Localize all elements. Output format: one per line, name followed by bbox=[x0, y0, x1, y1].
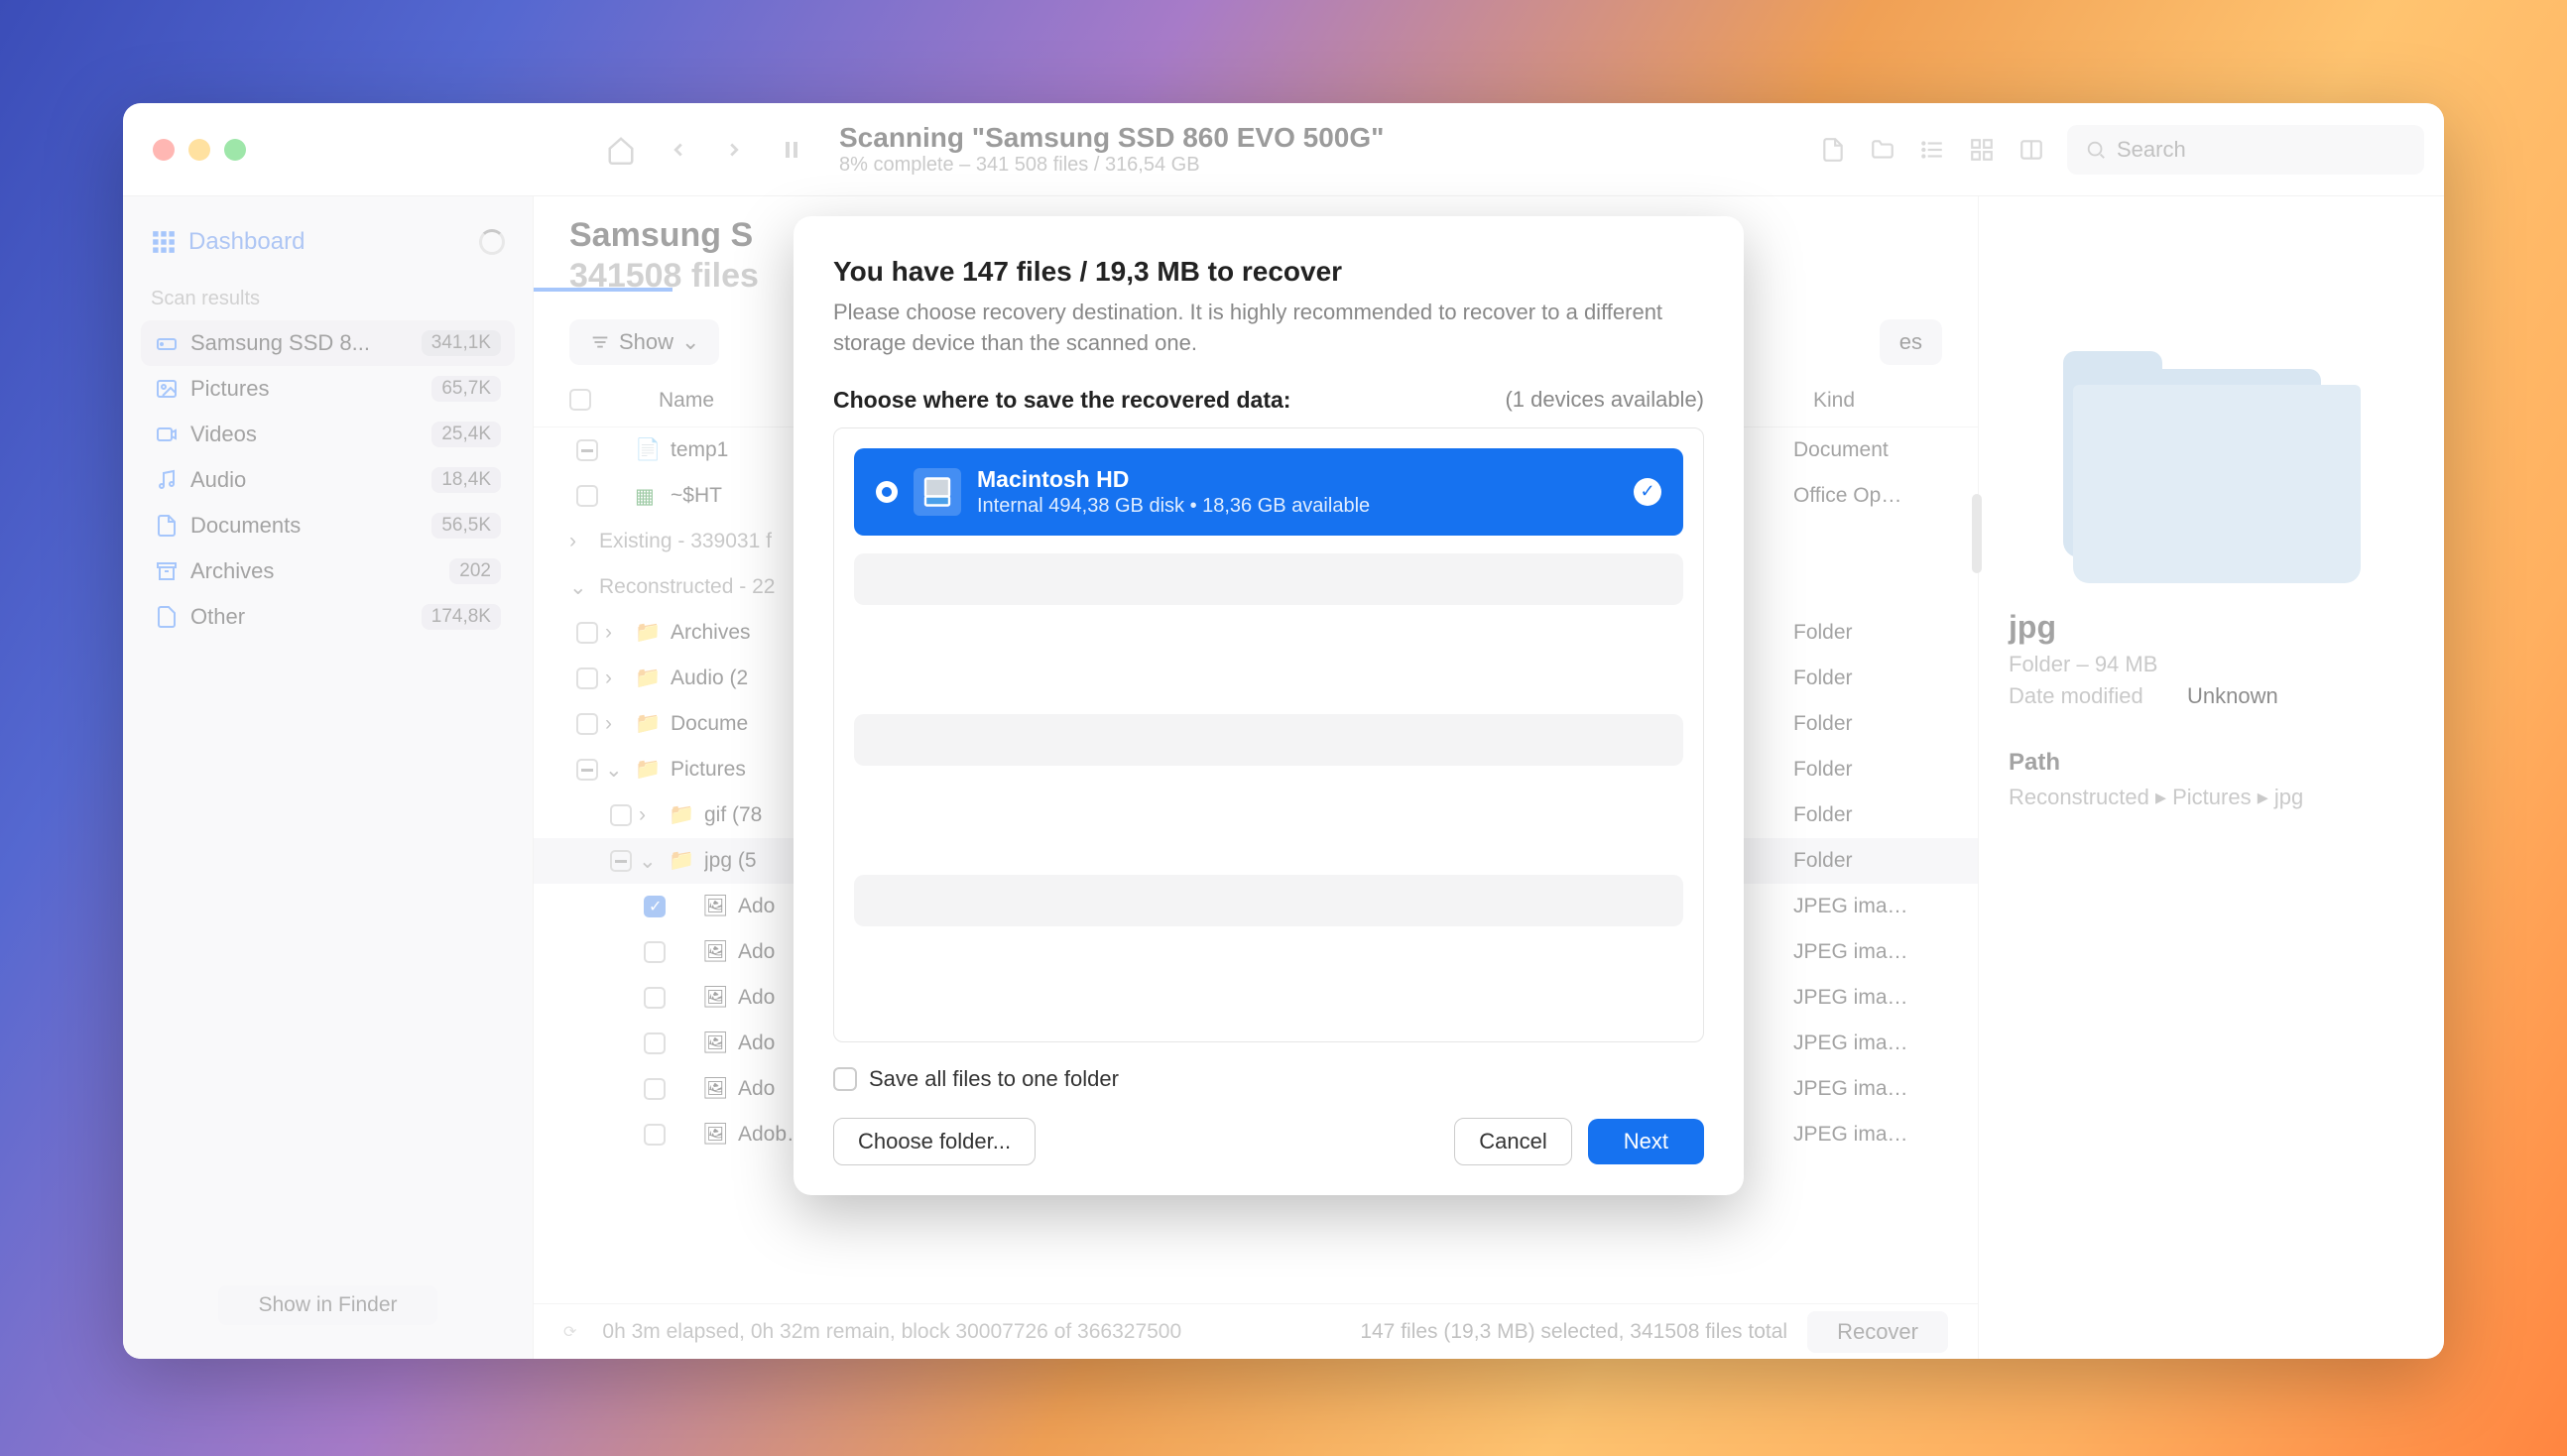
device-detail: Internal 494,38 GB disk • 18,36 GB avail… bbox=[977, 495, 1618, 518]
next-button[interactable]: Next bbox=[1588, 1119, 1704, 1164]
filter-chip-right[interactable]: es bbox=[1880, 319, 1942, 365]
device-placeholder bbox=[854, 714, 1683, 766]
show-filter-button[interactable]: Show ⌄ bbox=[569, 319, 719, 365]
image-file-icon: 🖼 bbox=[702, 940, 732, 964]
image-file-icon: 🖼 bbox=[702, 1077, 732, 1101]
search-icon bbox=[2085, 139, 2107, 161]
window-title: Scanning "Samsung SSD 860 EVO 500G" bbox=[839, 122, 1384, 154]
file-icon: 📄 bbox=[635, 438, 665, 462]
search-input[interactable] bbox=[2117, 137, 2406, 163]
dashboard-label: Dashboard bbox=[188, 228, 305, 256]
sidebar-item-documents[interactable]: Documents 56,5K bbox=[141, 503, 515, 548]
modal-devices-count: (1 devices available) bbox=[1505, 387, 1704, 414]
modal-choose-label: Choose where to save the recovered data: bbox=[833, 387, 1290, 414]
sidebar-item-disk[interactable]: Samsung SSD 8... 341,1K bbox=[141, 320, 515, 366]
folder-icon[interactable] bbox=[1865, 132, 1900, 168]
archives-icon bbox=[155, 559, 179, 583]
status-bar: ⟳ 0h 3m elapsed, 0h 32m remain, block 30… bbox=[534, 1303, 1978, 1359]
titlebar: Scanning "Samsung SSD 860 EVO 500G" 8% c… bbox=[123, 103, 2444, 196]
cancel-button[interactable]: Cancel bbox=[1454, 1118, 1571, 1165]
image-file-icon: 🖼 bbox=[702, 1123, 732, 1147]
image-file-icon: 🖼 bbox=[702, 1031, 732, 1055]
list-view-icon[interactable] bbox=[1914, 132, 1950, 168]
zoom-window-button[interactable] bbox=[224, 139, 246, 161]
title-block: Scanning "Samsung SSD 860 EVO 500G" 8% c… bbox=[839, 122, 1384, 177]
save-one-folder-option[interactable]: Save all files to one folder bbox=[833, 1066, 1704, 1092]
sidebar-item-archives[interactable]: Archives 202 bbox=[141, 548, 515, 594]
window-subtitle: 8% complete – 341 508 files / 316,54 GB bbox=[839, 154, 1384, 177]
recovery-destination-modal: You have 147 files / 19,3 MB to recover … bbox=[794, 216, 1744, 1195]
scan-progress-spinner-icon: ⟳ bbox=[563, 1322, 576, 1342]
folder-preview-icon bbox=[2063, 351, 2361, 579]
scrollbar-thumb[interactable] bbox=[1972, 494, 1982, 573]
show-in-finder-button[interactable]: Show in Finder bbox=[218, 1285, 436, 1325]
minimize-window-button[interactable] bbox=[188, 139, 210, 161]
sidebar-dashboard[interactable]: Dashboard bbox=[141, 220, 515, 264]
documents-icon bbox=[155, 514, 179, 538]
search-field[interactable] bbox=[2067, 125, 2424, 175]
traffic-lights bbox=[123, 139, 246, 161]
column-kind[interactable]: Kind bbox=[1813, 389, 1942, 417]
audio-icon bbox=[155, 468, 179, 492]
device-placeholder bbox=[854, 875, 1683, 926]
image-file-icon: 🖼 bbox=[702, 895, 732, 918]
device-placeholder bbox=[854, 553, 1683, 605]
checkbox-icon[interactable] bbox=[833, 1067, 857, 1091]
device-name: Macintosh HD bbox=[977, 466, 1618, 493]
sidebar-item-audio[interactable]: Audio 18,4K bbox=[141, 457, 515, 503]
image-file-icon: 🖼 bbox=[702, 986, 732, 1010]
status-elapsed: 0h 3m elapsed, 0h 32m remain, block 3000… bbox=[602, 1320, 1360, 1344]
radio-selected-icon[interactable] bbox=[876, 481, 898, 503]
preview-mod-label: Date modified bbox=[2009, 683, 2187, 709]
other-icon bbox=[155, 605, 179, 629]
preview-title: jpg bbox=[2009, 609, 2414, 646]
folder-small-icon: 📁 bbox=[669, 849, 698, 873]
videos-icon bbox=[155, 423, 179, 446]
disk-icon bbox=[155, 331, 179, 355]
checkmark-icon: ✓ bbox=[1634, 478, 1661, 506]
panel-view-icon[interactable] bbox=[2014, 132, 2049, 168]
sidebar-section-label: Scan results bbox=[151, 288, 515, 310]
sidebar-item-pictures[interactable]: Pictures 65,7K bbox=[141, 366, 515, 412]
recover-button[interactable]: Recover bbox=[1807, 1311, 1948, 1353]
folder-small-icon: 📁 bbox=[635, 667, 665, 690]
sidebar-item-videos[interactable]: Videos 25,4K bbox=[141, 412, 515, 457]
scanning-spinner-icon bbox=[479, 229, 505, 255]
grid-view-icon[interactable] bbox=[1964, 132, 2000, 168]
pictures-icon bbox=[155, 377, 179, 401]
sidebar-item-other[interactable]: Other 174,8K bbox=[141, 594, 515, 640]
forward-button[interactable] bbox=[716, 132, 752, 168]
preview-panel: jpg Folder – 94 MB Date modifiedUnknown … bbox=[1978, 196, 2444, 1359]
preview-path-label: Path bbox=[2009, 749, 2414, 777]
preview-subtitle: Folder – 94 MB bbox=[2009, 652, 2414, 677]
new-file-icon[interactable] bbox=[1815, 132, 1851, 168]
folder-small-icon: 📁 bbox=[669, 803, 698, 827]
back-button[interactable] bbox=[661, 132, 696, 168]
home-icon[interactable] bbox=[603, 132, 639, 168]
folder-small-icon: 📁 bbox=[635, 758, 665, 782]
status-selection: 147 files (19,3 MB) selected, 341508 fil… bbox=[1360, 1320, 1787, 1344]
device-row-selected[interactable]: Macintosh HD Internal 494,38 GB disk • 1… bbox=[854, 448, 1683, 536]
preview-path: Reconstructed ▸ Pictures ▸ jpg bbox=[2009, 785, 2414, 810]
modal-description: Please choose recovery destination. It i… bbox=[833, 298, 1704, 359]
sidebar: Dashboard Scan results Samsung SSD 8... … bbox=[123, 196, 534, 1359]
dashboard-icon bbox=[151, 229, 177, 255]
folder-small-icon: 📁 bbox=[635, 712, 665, 736]
internal-disk-icon bbox=[914, 468, 961, 516]
spreadsheet-icon: ▦ bbox=[635, 484, 665, 509]
preview-mod-value: Unknown bbox=[2187, 683, 2278, 709]
close-window-button[interactable] bbox=[153, 139, 175, 161]
choose-folder-button[interactable]: Choose folder... bbox=[833, 1118, 1036, 1165]
pause-scan-button[interactable] bbox=[774, 132, 809, 168]
folder-small-icon: 📁 bbox=[635, 621, 665, 645]
chevron-down-icon: ⌄ bbox=[681, 329, 699, 355]
modal-title: You have 147 files / 19,3 MB to recover bbox=[833, 256, 1704, 288]
active-tab-indicator bbox=[534, 288, 672, 292]
device-list: Macintosh HD Internal 494,38 GB disk • 1… bbox=[833, 427, 1704, 1042]
